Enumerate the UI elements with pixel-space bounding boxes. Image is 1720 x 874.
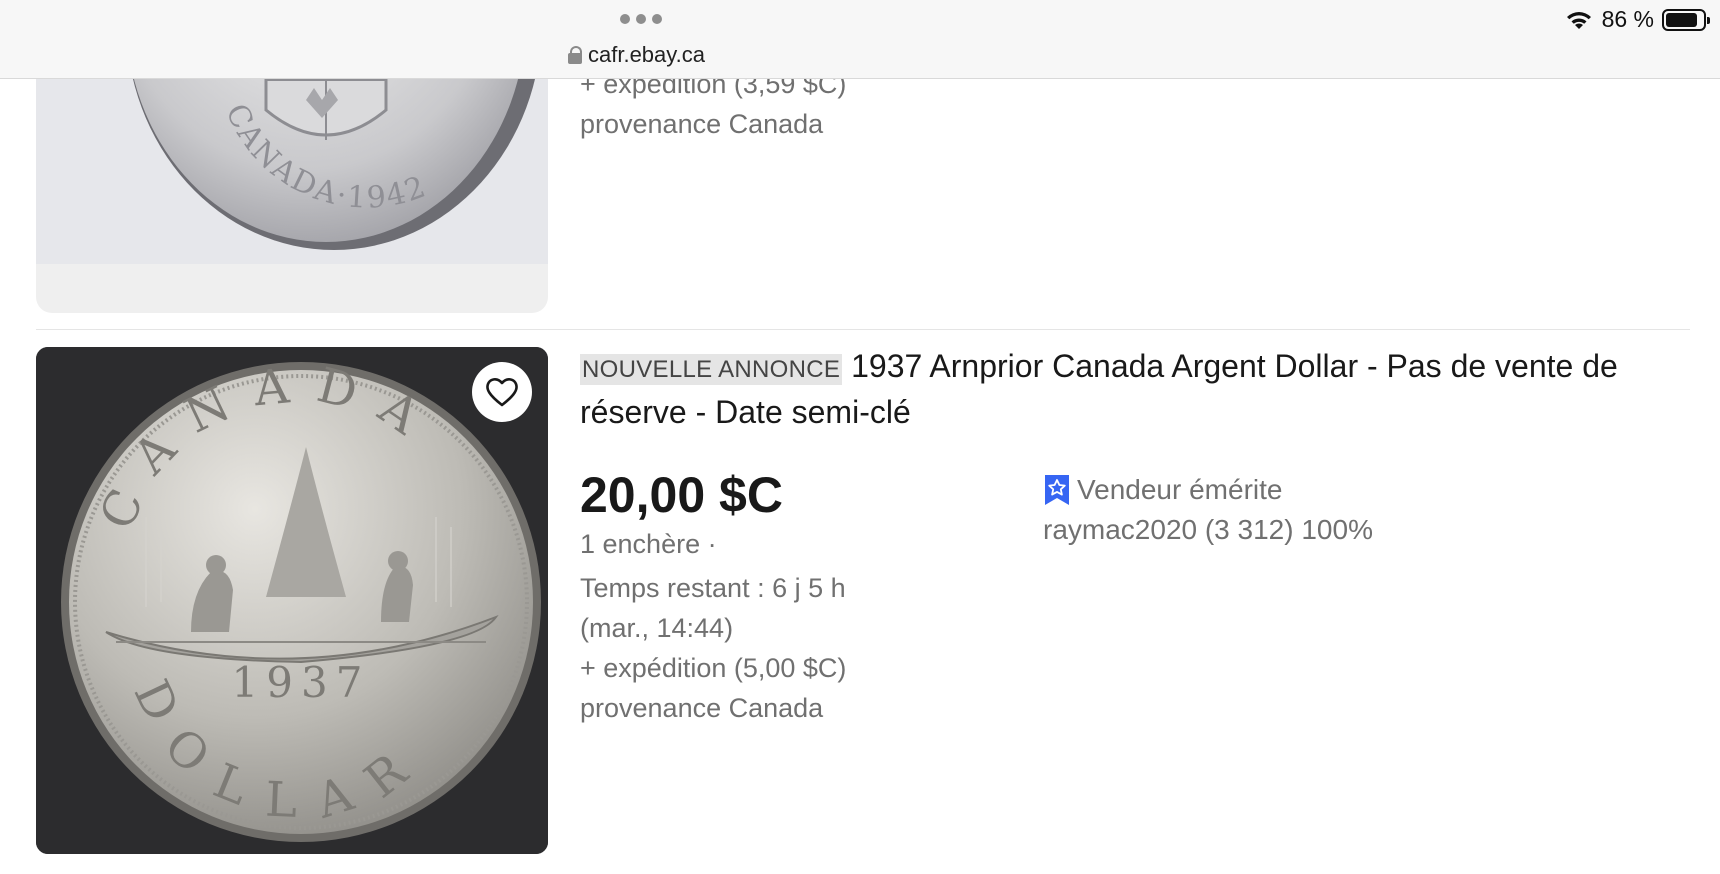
- battery-icon: [1662, 8, 1710, 31]
- wifi-icon: [1566, 11, 1591, 29]
- battery-fill: [1666, 12, 1697, 27]
- watchlist-button[interactable]: [472, 362, 532, 422]
- battery-percent: 86 %: [1601, 6, 1654, 32]
- listing-2-origin: provenance Canada: [580, 693, 824, 723]
- top-rated-seller-icon: [1045, 475, 1069, 505]
- listing-1-origin: provenance Canada: [580, 109, 824, 139]
- coin-1937-dollar-image: CANADA 1937 DOLLAR: [36, 347, 548, 854]
- address-bar[interactable]: cafr.ebay.ca: [568, 42, 705, 68]
- listing-2-title-link[interactable]: NOUVELLE ANNONCE 1937 Arnprior Canada Ar…: [580, 345, 1680, 433]
- listing-1-image-frame[interactable]: CANADA·1942: [36, 40, 548, 313]
- listing-2-price: 20,00 $C: [580, 467, 783, 523]
- new-listing-badge: NOUVELLE ANNONCE: [580, 354, 843, 385]
- listing-2-image[interactable]: CANADA 1937 DOLLAR: [36, 347, 548, 854]
- seller-name-feedback: raymac2020 (3 312) 100%: [1043, 514, 1373, 545]
- browser-top-bar: cafr.ebay.ca 86 %: [0, 0, 1720, 79]
- seller-info: Vendeur émérite raymac2020 (3 312) 100%: [1043, 470, 1373, 550]
- listing-divider: [36, 329, 1690, 330]
- bid-count: 1 enchère ·: [580, 529, 717, 559]
- listing-2-details: 1 enchère · Temps restant : 6 j 5 h (mar…: [580, 524, 846, 728]
- listing-2-shipping: + expédition (5,00 $C): [580, 653, 847, 683]
- status-indicators: 86 %: [1564, 6, 1710, 33]
- top-rated-label: Vendeur émérite: [1077, 474, 1283, 505]
- coin-2-year: 1937: [232, 658, 371, 707]
- url-text: cafr.ebay.ca: [588, 42, 705, 67]
- end-date: (mar., 14:44): [580, 613, 734, 643]
- heart-icon: [486, 378, 518, 407]
- time-left: Temps restant : 6 j 5 h: [580, 573, 846, 603]
- lock-icon: [568, 46, 582, 64]
- tab-dots-icon[interactable]: [620, 14, 662, 24]
